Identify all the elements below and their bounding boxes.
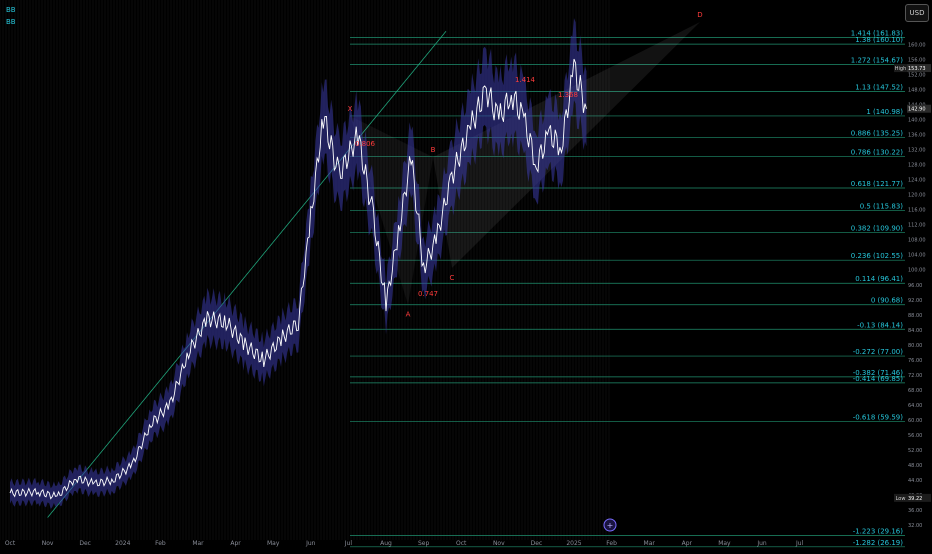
x-tick-label: Nov: [42, 540, 54, 547]
pattern-point-label: X: [348, 105, 353, 113]
fib-level-label: -0.13 (84.14): [857, 321, 903, 329]
chart-background: [0, 0, 932, 550]
fib-level-label: 0.886 (135.25): [851, 129, 903, 137]
fib-level-label: 1.38 (160.10): [855, 36, 903, 44]
chart-stage[interactable]: 1.414 (161.83) 1.38 (160.10) 1.272 (154.67…: [0, 0, 932, 550]
fib-level-label: 0.236 (102.55): [851, 252, 903, 260]
indicator-label-bb-2[interactable]: BB: [6, 18, 16, 26]
x-tick-label: 2024: [115, 540, 130, 547]
x-tick-label: Oct: [456, 540, 467, 547]
fib-level-label: 1.13 (147.52): [855, 83, 903, 91]
pattern-ratio-label: 0.747: [418, 290, 438, 298]
x-tick-label: Sep: [418, 540, 430, 547]
indicator-label-bb-1[interactable]: BB: [6, 6, 16, 14]
fib-level-label: 1.272 (154.67): [851, 57, 903, 65]
y-tick-label: 76.00: [908, 358, 922, 364]
y-tick-label: 36.00: [908, 508, 922, 514]
y-tick-label: 104.00: [908, 253, 926, 259]
price-tag-name: Low: [896, 496, 906, 502]
x-tick-label: Feb: [606, 540, 617, 547]
y-tick-label: 152.00: [908, 73, 926, 79]
fib-level-label: 0 (90.68): [871, 297, 903, 305]
x-tick-label: Aug: [380, 540, 392, 547]
x-tick-label: Nov: [493, 540, 505, 547]
y-tick-label: 100.00: [908, 268, 926, 274]
y-tick-label: 108.00: [908, 238, 926, 244]
y-tick-label: 52.00: [908, 448, 922, 454]
pattern-point-label: D: [697, 11, 702, 19]
pattern-ratio-label: 1.414: [515, 76, 536, 84]
realtime-plus-icon: +: [607, 521, 614, 530]
fib-level-label: -1.223 (29.16): [853, 528, 904, 536]
y-tick-label: 120.00: [908, 193, 926, 199]
x-tick-label: Dec: [531, 540, 543, 547]
fib-level-label: -0.272 (77.00): [853, 348, 904, 356]
x-tick-label: Feb: [155, 540, 166, 547]
fib-level-label: 0.114 (96.41): [855, 275, 903, 283]
price-tag-value: 39.22: [908, 496, 922, 502]
go-to-realtime-button[interactable]: +: [603, 518, 617, 532]
y-tick-label: 56.00: [908, 433, 922, 439]
fib-level-label: -0.618 (59.59): [853, 413, 904, 421]
pattern-point-label: C: [450, 274, 455, 282]
y-tick-label: 136.00: [908, 133, 926, 139]
x-tick-label: Jul: [795, 540, 804, 547]
price-tag-name: High: [895, 66, 907, 72]
fib-level-label: -1.282 (26.19): [853, 539, 904, 547]
y-tick-label: 72.00: [908, 373, 922, 379]
x-tick-label: Dec: [79, 540, 91, 547]
y-tick-label: 124.00: [908, 178, 926, 184]
x-tick-label: Apr: [682, 540, 693, 547]
y-tick-label: 96.00: [908, 283, 922, 289]
fib-level-label: 1 (140.98): [866, 108, 903, 116]
y-tick-label: 140.00: [908, 118, 926, 124]
pattern-ratio-label: 0.806: [355, 140, 376, 148]
pattern-point-label: A: [406, 311, 411, 319]
y-tick-label: 160.00: [908, 43, 926, 49]
y-tick-label: 68.00: [908, 388, 922, 394]
fib-level-label: 0.5 (115.83): [860, 202, 904, 210]
y-tick-label: 80.00: [908, 343, 922, 349]
x-tick-label: Mar: [644, 540, 656, 547]
price-chart[interactable]: 1.414 (161.83)1.38 (160.10)1.272 (154.67…: [0, 0, 932, 550]
y-tick-label: 64.00: [908, 403, 922, 409]
y-tick-label: 128.00: [908, 163, 926, 169]
x-tick-label: Apr: [230, 540, 241, 547]
y-tick-label: 84.00: [908, 328, 922, 334]
y-tick-label: 92.00: [908, 298, 922, 304]
x-tick-label: May: [267, 540, 280, 547]
price-tag-value: 142.90: [908, 107, 926, 113]
y-tick-label: 116.00: [908, 208, 926, 214]
y-tick-label: 88.00: [908, 313, 922, 319]
fib-level-label: 0.786 (130.22): [851, 148, 903, 156]
y-tick-label: 156.00: [908, 58, 926, 64]
fib-level-label: 0.382 (109.90): [851, 225, 903, 233]
currency-button[interactable]: USD: [905, 4, 929, 22]
x-tick-label: Oct: [5, 540, 16, 547]
fib-level-label: 0.618 (121.77): [851, 180, 903, 188]
y-tick-label: 44.00: [908, 478, 922, 484]
pattern-ratio-label: 1.368: [558, 91, 578, 99]
x-tick-label: Jun: [756, 540, 767, 547]
x-tick-label: Jun: [305, 540, 316, 547]
fib-level-label: -0.414 (69.85): [853, 375, 904, 383]
y-tick-label: 60.00: [908, 418, 922, 424]
y-tick-label: 148.00: [908, 88, 926, 94]
y-tick-label: 32.00: [908, 523, 922, 529]
pattern-point-label: B: [431, 146, 436, 154]
price-tag-value: 153.73: [908, 66, 926, 72]
x-tick-label: May: [718, 540, 731, 547]
x-tick-label: 2025: [566, 540, 581, 547]
y-tick-label: 132.00: [908, 148, 926, 154]
y-tick-label: 112.00: [908, 223, 926, 229]
x-tick-label: Mar: [192, 540, 204, 547]
y-tick-label: 48.00: [908, 463, 922, 469]
x-tick-label: Jul: [344, 540, 353, 547]
